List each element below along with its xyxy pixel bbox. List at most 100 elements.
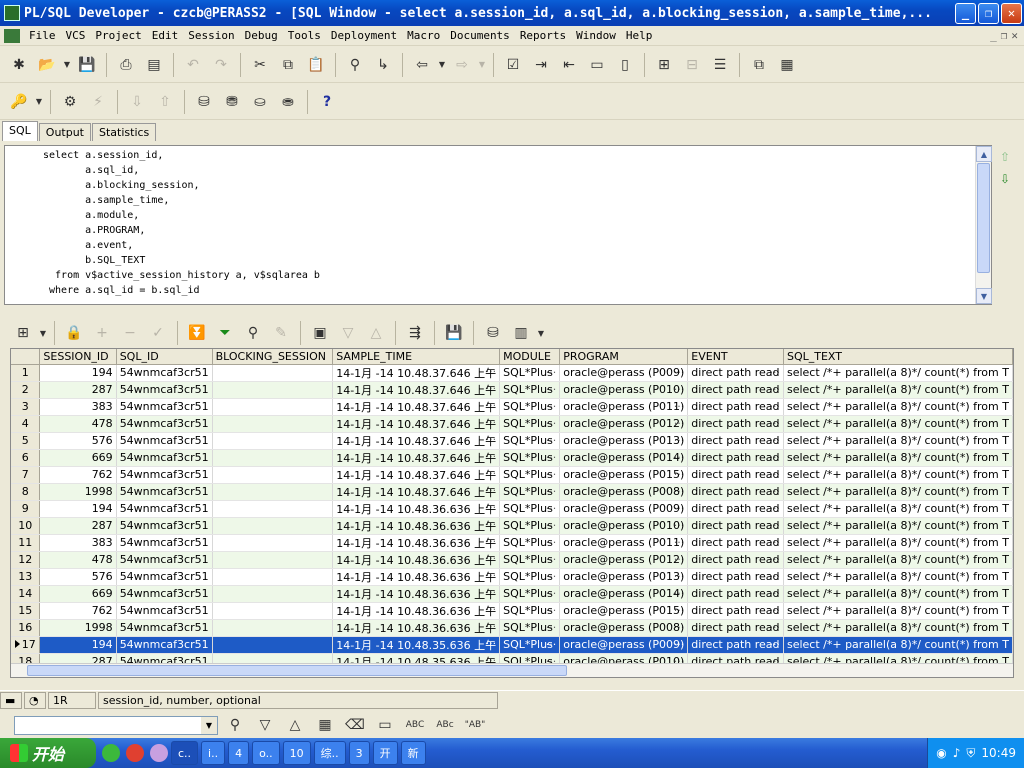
cell-sql-text[interactable]: select /*+ parallel(a 8)*/ count(*) from… bbox=[783, 551, 1013, 569]
cell-sql-id[interactable]: 54wnmcaf3cr51 bbox=[116, 517, 213, 535]
tab-sql[interactable]: SQL bbox=[2, 121, 38, 141]
cell-module[interactable]: ···SQL*Plus bbox=[499, 636, 561, 654]
cell-program[interactable]: ···oracle@perass (P011) bbox=[559, 398, 689, 416]
cell-session-id[interactable]: 194 bbox=[39, 364, 117, 382]
mdi-window-icon[interactable] bbox=[4, 28, 20, 43]
task-folder[interactable]: 4 bbox=[228, 741, 250, 765]
cell-sql-id[interactable]: 54wnmcaf3cr51 bbox=[116, 551, 213, 569]
cell-sql-id[interactable]: 54wnmcaf3cr51 bbox=[116, 432, 213, 450]
cell-blocking-session[interactable] bbox=[212, 432, 334, 450]
cell-blocking-session[interactable] bbox=[212, 534, 334, 552]
cell-module[interactable]: ···SQL*Plus bbox=[499, 381, 561, 399]
cell-program[interactable]: ··· oracle@perass (P010) bbox=[559, 517, 689, 535]
cell-blocking-session[interactable] bbox=[212, 602, 334, 620]
table-row[interactable]: 1 194 54wnmcaf3cr51 ··· 14-1月 -14 10.48.37.6… bbox=[11, 364, 1013, 382]
cell-sample-time[interactable]: ··· 14-1月 -14 10.48.37.646 上午 bbox=[332, 381, 501, 399]
cell-sql-text[interactable]: select /*+ parallel(a 8)*/ count(*) from… bbox=[783, 415, 1013, 433]
column-header-module[interactable]: MODULE bbox=[499, 349, 561, 365]
tab-output[interactable]: Output bbox=[38, 123, 91, 141]
cell-event[interactable]: ···direct path read bbox=[687, 636, 784, 654]
table-row[interactable]: 16 1998 54wnmcaf3cr51 ··· 14-1月 -14 10.48.36… bbox=[11, 619, 1013, 637]
cell-blocking-session[interactable] bbox=[212, 568, 334, 586]
cell-program[interactable]: ··· oracle@perass (P010) bbox=[559, 381, 689, 399]
minimize-button[interactable]: _ bbox=[955, 2, 976, 24]
row-number[interactable]: 6 bbox=[11, 449, 41, 467]
task-8[interactable]: 开 bbox=[372, 741, 398, 765]
cell-blocking-session[interactable] bbox=[212, 619, 334, 637]
find-icon[interactable]: ⚲ bbox=[342, 52, 368, 78]
cell-sample-time[interactable]: ··· 14-1月 -14 10.48.36.636 上午 bbox=[332, 551, 501, 569]
eraser-icon[interactable]: ⌫ bbox=[342, 712, 368, 738]
table-row[interactable]: 8 1998 54wnmcaf3cr51 ··· 14-1月 -14 10.48.37.… bbox=[11, 483, 1013, 501]
cell-event[interactable]: ···direct path read bbox=[687, 432, 784, 450]
cell-sql-text[interactable]: select /*+ parallel(a 8)*/ count(*) from… bbox=[783, 636, 1013, 654]
cell-sample-time[interactable]: ··· 14-1月 -14 10.48.36.636 上午 bbox=[332, 517, 501, 535]
quicklaunch-app2-icon[interactable] bbox=[150, 744, 168, 762]
task-2[interactable]: i.. bbox=[201, 741, 226, 765]
find-input[interactable]: ▼ bbox=[14, 715, 218, 735]
cell-session-id[interactable]: 762 bbox=[39, 466, 117, 484]
copy-icon[interactable]: ⧉ bbox=[275, 52, 301, 78]
task-4[interactable]: o.. bbox=[252, 741, 280, 765]
menu-file[interactable]: File bbox=[24, 29, 61, 42]
cell-sql-id[interactable]: 54wnmcaf3cr51 bbox=[116, 364, 213, 382]
grid-scroll-thumb[interactable] bbox=[27, 665, 567, 676]
cell-event[interactable]: ···direct path read bbox=[687, 415, 784, 433]
execute-icon[interactable]: ⚙ bbox=[57, 89, 83, 115]
cell-event[interactable]: ···direct path read bbox=[687, 500, 784, 518]
checklist-icon[interactable]: ☑ bbox=[500, 52, 526, 78]
insert-record-icon[interactable]: + bbox=[89, 320, 115, 346]
cell-module[interactable]: ···SQL*Plus bbox=[499, 466, 561, 484]
column-header-sample-time[interactable]: SAMPLE_TIME bbox=[332, 349, 501, 365]
table-row[interactable]: 10 287 54wnmcaf3cr51 ··· 14-1月 -14 10.48.36.… bbox=[11, 517, 1013, 535]
fetch-next-icon[interactable]: ⏬ bbox=[184, 320, 210, 346]
cell-program[interactable]: ··· oracle@perass (P009) bbox=[559, 500, 689, 518]
table-row[interactable]: 12 478 54wnmcaf3cr51 ··· 14-1月 -14 10.48.36.… bbox=[11, 551, 1013, 569]
cell-sql-text[interactable]: select /*+ parallel(a 8)*/ count(*) from… bbox=[783, 500, 1013, 518]
table-row[interactable]: 13 576 54wnmcaf3cr51 ··· 14-1月 -14 10.48.36.… bbox=[11, 568, 1013, 586]
key-dropdown-icon[interactable]: ▼ bbox=[34, 89, 44, 115]
cell-session-id[interactable]: 762 bbox=[39, 602, 117, 620]
cell-sql-text[interactable]: select /*+ parallel(a 8)*/ count(*) from… bbox=[783, 534, 1013, 552]
tray-volume-icon[interactable]: ♪ bbox=[953, 746, 961, 760]
cell-module[interactable]: ···SQL*Plus bbox=[499, 568, 561, 586]
task-9[interactable]: 新 bbox=[400, 741, 426, 765]
cell-event[interactable]: ···direct path read bbox=[687, 585, 784, 603]
row-number[interactable]: 7 bbox=[11, 466, 41, 484]
grid-select-dropdown-icon[interactable]: ▼ bbox=[38, 320, 48, 346]
uncomment-icon[interactable]: ▯ bbox=[612, 52, 638, 78]
link-icon[interactable]: ⇶ bbox=[402, 320, 428, 346]
new-icon[interactable]: ✱ bbox=[6, 52, 32, 78]
cell-sql-text[interactable]: select /*+ parallel(a 8)*/ count(*) from… bbox=[783, 432, 1013, 450]
scroll-up-icon[interactable]: ▲ bbox=[976, 146, 992, 162]
cell-program[interactable]: ···oracle@perass (P011) bbox=[559, 534, 689, 552]
cell-session-id[interactable]: 287 bbox=[39, 381, 117, 399]
grid-select-icon[interactable]: ⊞ bbox=[10, 320, 36, 346]
cell-sample-time[interactable]: ··· 14-1月 -14 10.48.36.636 上午 bbox=[332, 568, 501, 586]
menu-help[interactable]: Help bbox=[621, 29, 658, 42]
cell-sql-id[interactable]: 54wnmcaf3cr51 bbox=[116, 483, 213, 501]
cell-module[interactable]: ···SQL*Plus bbox=[499, 551, 561, 569]
cell-module[interactable]: ···SQL*Plus bbox=[499, 415, 561, 433]
row-number-header[interactable] bbox=[11, 349, 41, 365]
row-number[interactable]: 11 bbox=[11, 534, 41, 552]
next-statement-icon[interactable]: ⇩ bbox=[1000, 172, 1016, 186]
windows-grid-icon[interactable]: ▦ bbox=[774, 52, 800, 78]
column-header-event[interactable]: EVENT bbox=[687, 349, 784, 365]
cell-sql-id[interactable]: 54wnmcaf3cr51 bbox=[116, 602, 213, 620]
cell-session-id[interactable]: 383 bbox=[39, 534, 117, 552]
cell-module[interactable]: ···SQL*Plus bbox=[499, 432, 561, 450]
cell-program[interactable]: ··· oracle@perass (P013) bbox=[559, 568, 689, 586]
row-number[interactable]: 13 bbox=[11, 568, 41, 586]
grid-horizontal-scrollbar[interactable] bbox=[11, 663, 1013, 677]
cell-event[interactable]: ···direct path read bbox=[687, 568, 784, 586]
cell-module[interactable]: ···SQL*Plus bbox=[499, 364, 561, 382]
tray-shield-icon[interactable]: ⛨ bbox=[966, 746, 975, 761]
cell-event[interactable]: ···direct path read bbox=[687, 449, 784, 467]
cell-sql-text[interactable]: select /*+ parallel(a 8)*/ count(*) from… bbox=[783, 585, 1013, 603]
back-dropdown-icon[interactable]: ▼ bbox=[437, 52, 447, 78]
cell-event[interactable]: ···direct path read bbox=[687, 398, 784, 416]
cell-blocking-session[interactable] bbox=[212, 364, 334, 382]
table-row[interactable]: 9 194 54wnmcaf3cr51 ··· 14-1月 -14 10.48.36.6… bbox=[11, 500, 1013, 518]
regex-toggle[interactable]: "AB" bbox=[462, 712, 488, 738]
